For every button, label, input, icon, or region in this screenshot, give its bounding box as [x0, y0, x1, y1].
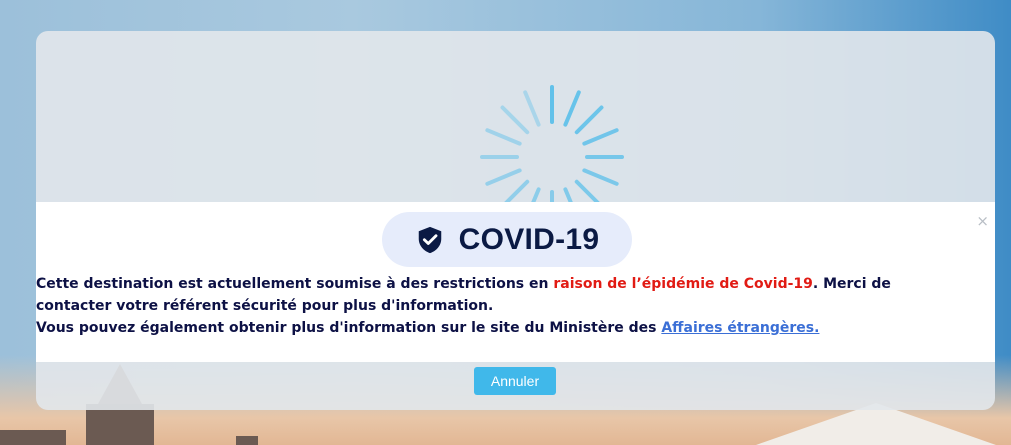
building-small-2	[236, 436, 258, 445]
covid-alert-panel: × COVID-19 Cette destination est actuell…	[36, 202, 995, 362]
message-line-2: Vous pouvez également obtenir plus d'inf…	[36, 320, 662, 336]
restriction-message: Cette destination est actuellement soumi…	[36, 273, 966, 339]
shield-check-icon	[418, 226, 441, 253]
badge-title: COVID-19	[458, 222, 600, 256]
covid-badge: COVID-19	[382, 212, 632, 267]
message-part-1: Cette destination est actuellement soumi…	[36, 276, 554, 292]
cancel-button[interactable]: Annuler	[474, 367, 556, 395]
message-highlight: raison de l’épidémie de Covid-19	[553, 276, 813, 292]
spinner-ray	[574, 105, 604, 135]
spinner-ray	[582, 128, 619, 146]
foreign-affairs-link[interactable]: Affaires étrangères.	[661, 320, 819, 336]
spinner-ray	[563, 90, 581, 127]
building-small	[0, 430, 66, 445]
spinner-ray	[500, 105, 530, 135]
close-icon[interactable]: ×	[976, 214, 989, 229]
spinner-ray	[485, 168, 522, 186]
spinner-ray	[582, 168, 619, 186]
loading-overlay: × COVID-19 Cette destination est actuell…	[36, 31, 995, 410]
spinner-ray	[523, 90, 541, 127]
building-tower	[86, 404, 154, 445]
spinner-ray	[485, 128, 522, 146]
